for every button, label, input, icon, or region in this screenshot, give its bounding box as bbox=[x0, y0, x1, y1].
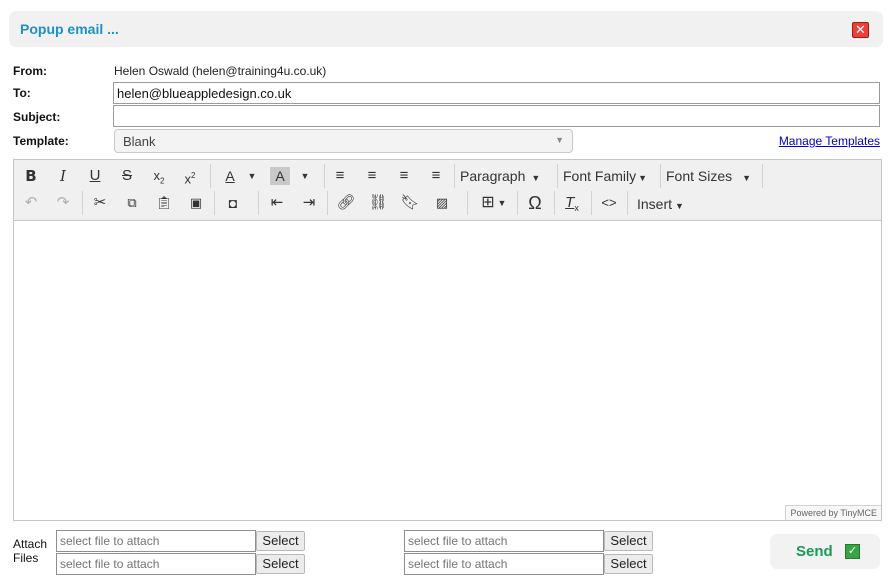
to-field[interactable] bbox=[113, 82, 880, 104]
from-label: From: bbox=[13, 64, 47, 78]
template-select[interactable]: Blank ▼ bbox=[114, 129, 573, 153]
to-label: To: bbox=[13, 86, 31, 100]
attach-label-line2: Files bbox=[13, 551, 39, 565]
paragraph-dropdown[interactable]: Paragraph ▼ bbox=[460, 165, 540, 187]
chevron-down-icon: ▼ bbox=[638, 173, 648, 183]
toolbar-separator bbox=[82, 191, 83, 215]
subject-label: Subject: bbox=[13, 110, 61, 124]
toolbar-separator bbox=[214, 191, 215, 215]
toolbar-separator bbox=[258, 191, 259, 215]
powered-by-tinymce: Powered by TinyMCE bbox=[785, 505, 881, 520]
select-file-button-4[interactable]: Select bbox=[604, 554, 653, 574]
attach-label-line1: Attach bbox=[13, 537, 48, 551]
special-character-icon[interactable]: Ω bbox=[523, 192, 547, 214]
cut-icon[interactable]: ✂ bbox=[88, 192, 112, 214]
attach-file-input-2[interactable] bbox=[56, 553, 256, 575]
manage-templates-link[interactable]: Manage Templates bbox=[779, 134, 880, 148]
attach-file-input-4[interactable] bbox=[404, 553, 604, 575]
bookmark-icon[interactable]: 🔖︎ bbox=[398, 192, 422, 214]
source-code-icon[interactable]: <> bbox=[597, 192, 621, 214]
clear-formatting-icon[interactable]: Tx bbox=[560, 192, 584, 214]
editor-content-area[interactable] bbox=[14, 222, 881, 504]
outdent-icon[interactable]: ⇤ bbox=[265, 192, 289, 214]
font-sizes-label: Font Sizes bbox=[666, 168, 733, 184]
toolbar-separator bbox=[627, 191, 628, 215]
superscript-icon[interactable]: x2 bbox=[178, 165, 202, 187]
italic-icon[interactable]: I bbox=[51, 165, 75, 187]
chevron-down-icon: ▼ bbox=[531, 173, 541, 183]
chevron-down-icon: ▼ bbox=[742, 173, 752, 183]
template-label: Template: bbox=[13, 134, 69, 148]
align-justify-icon[interactable]: ≡ bbox=[424, 165, 448, 187]
indent-icon[interactable]: ⇥ bbox=[297, 192, 321, 214]
copy-icon[interactable]: ⧉ bbox=[120, 192, 144, 214]
link-icon[interactable]: 🔗︎ bbox=[334, 192, 358, 214]
toolbar-separator bbox=[554, 191, 555, 215]
paragraph-label: Paragraph bbox=[460, 168, 526, 184]
rich-text-editor: B I U S x2 x2 A ▼ A ▼ ≡ ≡ ≡ ≡ Paragraph ▼… bbox=[13, 159, 882, 521]
attach-file-input-3[interactable] bbox=[404, 530, 604, 552]
unlink-icon[interactable]: ⛓ bbox=[366, 192, 390, 214]
align-center-icon[interactable]: ≡ bbox=[360, 165, 384, 187]
chevron-down-icon: ▼ bbox=[675, 201, 684, 211]
redo-icon[interactable]: ↷ bbox=[51, 192, 75, 214]
dialog-title: Popup email ... bbox=[20, 21, 119, 37]
insert-label: Insert bbox=[637, 196, 673, 212]
toolbar-separator bbox=[467, 191, 468, 215]
attach-file-input-1[interactable] bbox=[56, 530, 256, 552]
underline-icon[interactable]: U bbox=[83, 165, 107, 187]
toolbar-separator bbox=[327, 191, 328, 215]
select-file-button-1[interactable]: Select bbox=[256, 531, 305, 551]
send-button[interactable]: Send ✓ bbox=[770, 534, 880, 569]
from-value: Helen Oswald (helen@training4u.co.uk) bbox=[114, 64, 327, 78]
select-file-button-2[interactable]: Select bbox=[256, 554, 305, 574]
template-selected-value: Blank bbox=[123, 134, 156, 149]
dialog-header: Popup email ... ✕ bbox=[9, 11, 883, 47]
font-family-label: Font Family bbox=[563, 168, 637, 184]
toolbar-separator bbox=[210, 164, 211, 188]
chevron-down-icon[interactable]: ▼ bbox=[297, 165, 313, 187]
align-left-icon[interactable]: ≡ bbox=[328, 165, 352, 187]
toolbar-separator bbox=[591, 191, 592, 215]
background-color-icon[interactable]: A bbox=[270, 167, 290, 185]
chevron-down-icon[interactable]: ▼ bbox=[496, 192, 508, 214]
chevron-down-icon: ▼ bbox=[555, 135, 564, 145]
send-label: Send bbox=[796, 543, 833, 560]
toolbar-separator bbox=[517, 191, 518, 215]
checkmark-icon: ✓ bbox=[845, 544, 860, 559]
subscript-icon[interactable]: x2 bbox=[147, 165, 171, 187]
toolbar-separator bbox=[324, 164, 325, 188]
paste-icon[interactable]: 📋︎ bbox=[152, 192, 176, 214]
toolbar-separator bbox=[557, 164, 558, 188]
text-color-icon[interactable]: A bbox=[218, 165, 242, 187]
attach-files-label: Attach Files bbox=[13, 537, 47, 565]
select-file-button-3[interactable]: Select bbox=[604, 531, 653, 551]
toolbar-separator bbox=[762, 164, 763, 188]
align-right-icon[interactable]: ≡ bbox=[392, 165, 416, 187]
paste-as-text-icon[interactable]: ▣ bbox=[184, 192, 208, 214]
close-icon[interactable]: ✕ bbox=[852, 22, 869, 38]
undo-icon[interactable]: ↶ bbox=[19, 192, 43, 214]
toolbar-separator bbox=[454, 164, 455, 188]
font-sizes-dropdown[interactable]: Font Sizes ▼ bbox=[666, 165, 751, 187]
chevron-down-icon[interactable]: ▼ bbox=[244, 165, 260, 187]
subject-field[interactable] bbox=[113, 105, 880, 127]
bold-icon[interactable]: B bbox=[19, 165, 43, 187]
strikethrough-icon[interactable]: S bbox=[115, 165, 139, 187]
image-icon[interactable]: ▨ bbox=[430, 192, 454, 214]
font-family-dropdown[interactable]: Font Family ▼ bbox=[563, 165, 647, 187]
editor-toolbar: B I U S x2 x2 A ▼ A ▼ ≡ ≡ ≡ ≡ Paragraph ▼… bbox=[14, 160, 881, 221]
find-replace-icon[interactable]: ◘ bbox=[221, 192, 245, 214]
toolbar-separator bbox=[660, 164, 661, 188]
insert-dropdown[interactable]: Insert ▼ bbox=[637, 193, 684, 215]
